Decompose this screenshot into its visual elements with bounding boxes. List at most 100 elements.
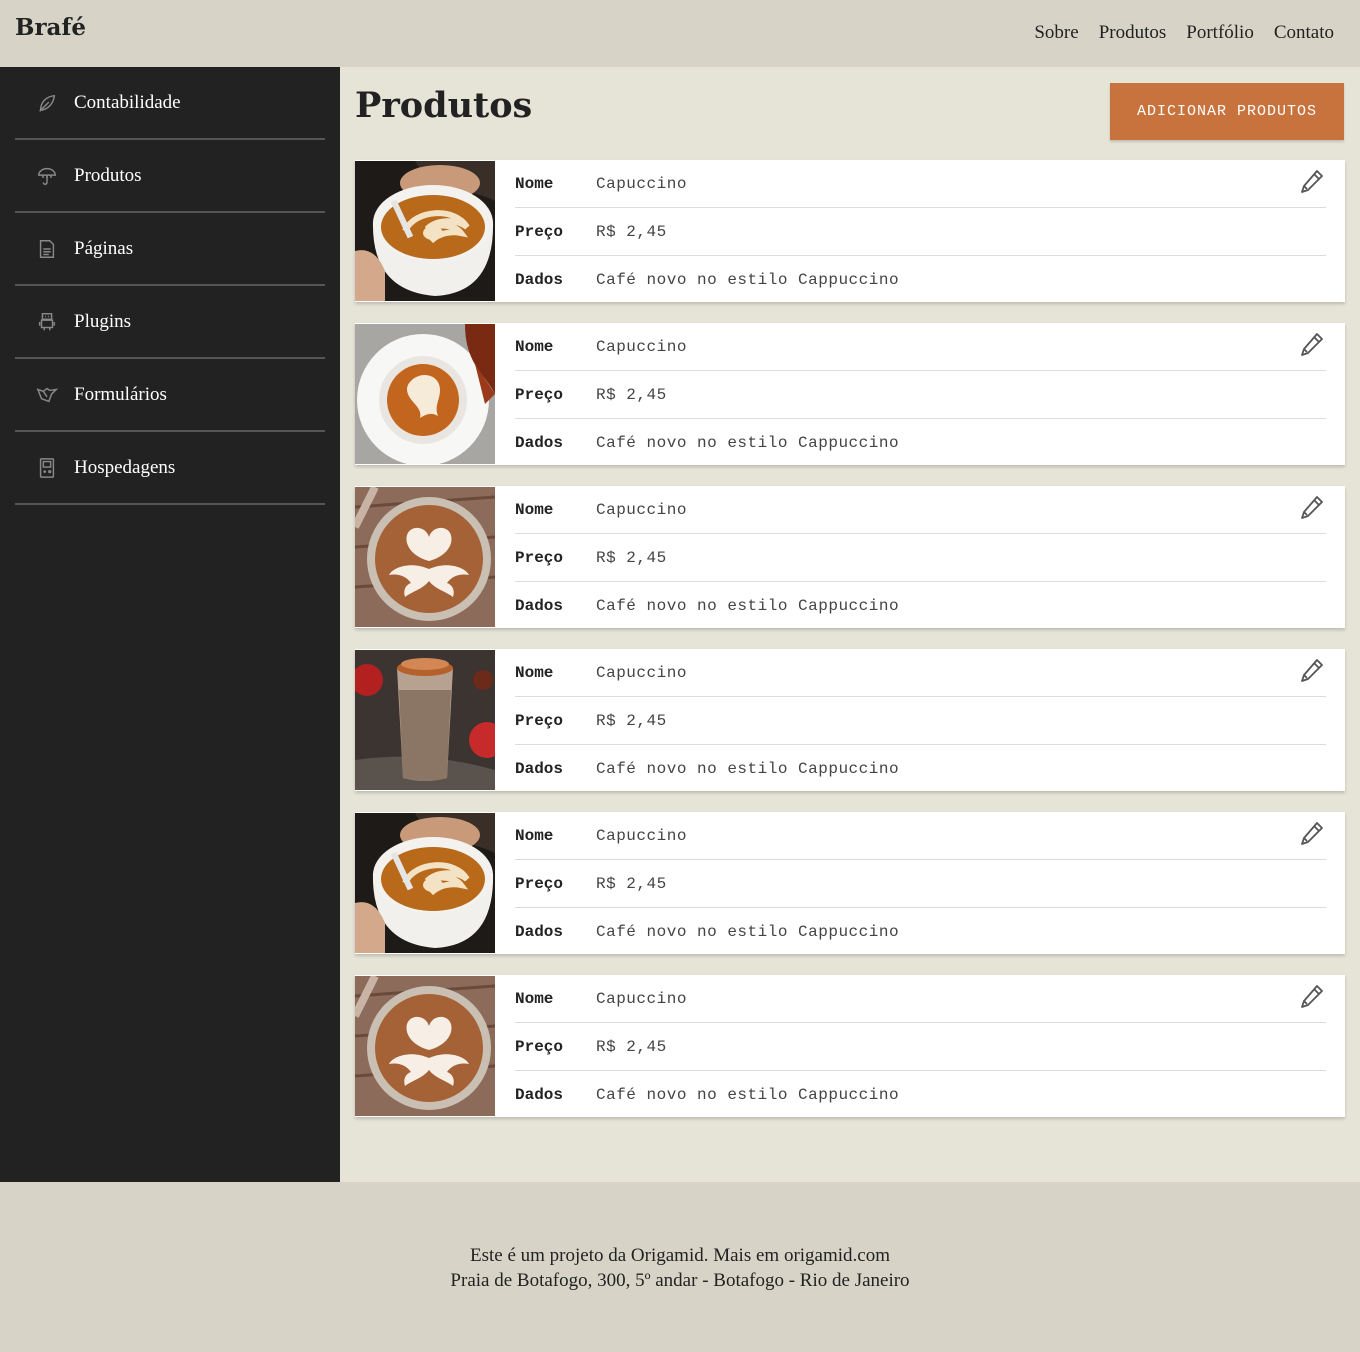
product-data-value: Café novo no estilo Cappuccino — [596, 434, 900, 452]
product-info: Nome Capuccino Preço R$ 2,45 Dados Café … — [495, 812, 1345, 954]
leaf-icon — [35, 91, 59, 115]
product-name-row: Nome Capuccino — [515, 160, 1326, 208]
edit-pencil-icon[interactable] — [1297, 494, 1325, 522]
nav-link-contato[interactable]: Contato — [1274, 22, 1334, 44]
edit-pencil-icon[interactable] — [1297, 168, 1325, 196]
brand-logo[interactable]: Brafé — [15, 14, 86, 41]
sidebar-item-label: Produtos — [74, 164, 142, 186]
product-list: Nome Capuccino Preço R$ 2,45 Dados Café … — [351, 160, 1345, 1138]
edit-pencil-icon[interactable] — [1297, 820, 1325, 848]
product-name-row: Nome Capuccino — [515, 975, 1326, 1023]
main-content: Produtos ADICIONAR PRODUTOS Nome Capucci… — [340, 67, 1360, 1182]
sidebar-item-formularios[interactable]: Formulários — [15, 359, 325, 432]
product-info: Nome Capuccino Preço R$ 2,45 Dados Café … — [495, 649, 1345, 791]
product-price-label: Preço — [515, 1037, 564, 1056]
product-image — [351, 974, 496, 1116]
product-data-label: Dados — [515, 923, 564, 941]
product-info: Nome Capuccino Preço R$ 2,45 Dados Café … — [495, 975, 1345, 1117]
footer-credit: Este é um projeto da Origamid. Mais em o… — [469, 1245, 890, 1266]
product-image — [355, 324, 495, 466]
product-image — [351, 485, 496, 627]
footer-address: Praia de Botafogo, 300, 5º andar - Botaf… — [450, 1270, 910, 1291]
product-price-value: R$ 2,45 — [596, 548, 667, 567]
product-data-value: Café novo no estilo Cappuccino — [596, 923, 900, 941]
product-price-label: Preço — [515, 222, 564, 241]
product-card: Nome Capuccino Preço R$ 2,45 Dados Café … — [351, 649, 1345, 791]
product-data-label: Dados — [515, 1086, 564, 1104]
product-info: Nome Capuccino Preço R$ 2,45 Dados Café … — [495, 486, 1345, 628]
product-card: Nome Capuccino Preço R$ 2,45 Dados Café … — [355, 160, 1345, 302]
product-data-label: Dados — [515, 271, 564, 289]
edit-pencil-icon[interactable] — [1297, 657, 1325, 685]
product-price-row: Preço R$ 2,45 — [515, 371, 1326, 419]
sidebar-item-produtos[interactable]: Produtos — [15, 140, 325, 213]
product-data-row: Dados Café novo no estilo Cappuccino — [515, 1071, 1326, 1119]
product-name-row: Nome Capuccino — [515, 323, 1326, 371]
product-data-row: Dados Café novo no estilo Cappuccino — [515, 582, 1326, 630]
product-name-row: Nome Capuccino — [515, 649, 1326, 697]
product-name-label: Nome — [515, 826, 554, 845]
product-name-label: Nome — [515, 500, 554, 519]
product-data-row: Dados Café novo no estilo Cappuccino — [515, 419, 1326, 467]
sidebar-item-hospedagens[interactable]: Hospedagens — [15, 432, 325, 505]
nav-link-produtos[interactable]: Produtos — [1099, 22, 1167, 44]
sidebar-item-plugins[interactable]: Plugins — [15, 286, 325, 359]
edit-pencil-icon[interactable] — [1297, 331, 1325, 359]
product-price-value: R$ 2,45 — [596, 222, 667, 241]
product-image — [351, 650, 505, 790]
product-info: Nome Capuccino Preço R$ 2,45 Dados Café … — [495, 323, 1345, 465]
product-name-row: Nome Capuccino — [515, 812, 1326, 860]
product-name-value: Capuccino — [596, 826, 687, 845]
sidebar-item-label: Contabilidade — [74, 91, 181, 113]
product-image — [355, 161, 495, 301]
nav-link-portfolio[interactable]: Portfólio — [1186, 22, 1254, 44]
product-name-value: Capuccino — [596, 337, 687, 356]
add-products-button[interactable]: ADICIONAR PRODUTOS — [1110, 83, 1344, 140]
product-data-label: Dados — [515, 434, 564, 452]
product-price-value: R$ 2,45 — [596, 874, 667, 893]
sidebar-item-label: Hospedagens — [74, 456, 176, 478]
product-data-value: Café novo no estilo Cappuccino — [596, 760, 900, 778]
product-card: Nome Capuccino Preço R$ 2,45 Dados Café … — [355, 812, 1345, 954]
product-price-value: R$ 2,45 — [596, 711, 667, 730]
product-name-row: Nome Capuccino — [515, 486, 1326, 534]
product-data-row: Dados Café novo no estilo Cappuccino — [515, 745, 1326, 793]
robot-icon — [35, 310, 59, 334]
product-data-value: Café novo no estilo Cappuccino — [596, 1086, 900, 1104]
product-name-value: Capuccino — [596, 663, 687, 682]
umbrella-icon — [35, 164, 59, 188]
product-data-label: Dados — [515, 597, 564, 615]
sidebar-item-contabilidade[interactable]: Contabilidade — [15, 67, 325, 140]
sidebar-item-label: Plugins — [74, 310, 132, 332]
nav-link-sobre[interactable]: Sobre — [1034, 22, 1078, 44]
product-name-value: Capuccino — [596, 989, 687, 1008]
product-data-label: Dados — [515, 760, 564, 778]
product-card: Nome Capuccino Preço R$ 2,45 Dados Café … — [351, 485, 1345, 628]
document-icon — [35, 237, 59, 261]
product-price-row: Preço R$ 2,45 — [515, 1023, 1326, 1071]
sidebar-item-paginas[interactable]: Páginas — [15, 213, 325, 286]
product-price-label: Preço — [515, 711, 564, 730]
product-card: Nome Capuccino Preço R$ 2,45 Dados Café … — [351, 974, 1345, 1117]
top-header: Brafé Sobre Produtos Portfólio Contato — [0, 0, 1360, 67]
product-name-value: Capuccino — [596, 174, 687, 193]
bird-icon — [35, 383, 59, 407]
product-image — [355, 813, 495, 953]
top-nav: Sobre Produtos Portfólio Contato — [1034, 22, 1334, 44]
sidebar: Contabilidade Produtos Páginas Plugins F… — [0, 67, 340, 1182]
product-price-row: Preço R$ 2,45 — [515, 697, 1326, 745]
product-price-label: Preço — [515, 548, 564, 567]
product-data-row: Dados Café novo no estilo Cappuccino — [515, 908, 1326, 956]
product-price-label: Preço — [515, 385, 564, 404]
edit-pencil-icon[interactable] — [1297, 983, 1325, 1011]
product-data-value: Café novo no estilo Cappuccino — [596, 271, 900, 289]
sidebar-item-label: Páginas — [74, 237, 134, 259]
product-price-value: R$ 2,45 — [596, 1037, 667, 1056]
product-card: Nome Capuccino Preço R$ 2,45 Dados Café … — [355, 323, 1345, 466]
gameboy-icon — [35, 456, 59, 480]
product-price-row: Preço R$ 2,45 — [515, 208, 1326, 256]
product-price-row: Preço R$ 2,45 — [515, 534, 1326, 582]
product-data-value: Café novo no estilo Cappuccino — [596, 597, 900, 615]
product-info: Nome Capuccino Preço R$ 2,45 Dados Café … — [495, 160, 1345, 302]
sidebar-item-label: Formulários — [74, 383, 167, 405]
